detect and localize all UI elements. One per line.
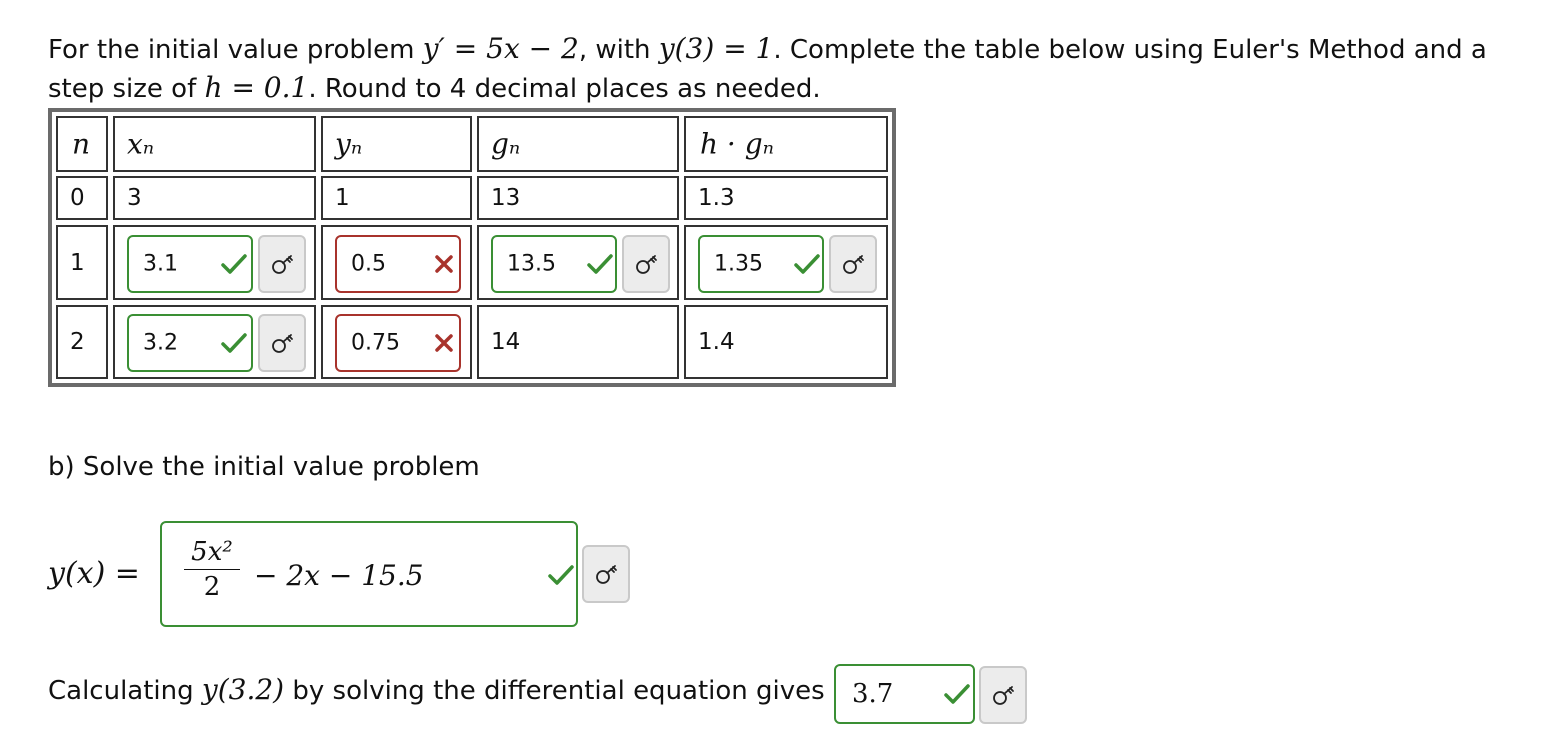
table-row-2-hg: 1.4 <box>684 305 888 379</box>
table-row-2-n: 2 <box>56 305 108 379</box>
key-icon <box>596 565 617 584</box>
answer-input-y1[interactable]: 0.5 <box>335 235 461 293</box>
header-gn: gₙ <box>477 116 679 172</box>
key-button[interactable] <box>582 545 630 603</box>
x-icon <box>435 334 453 352</box>
header-n: n <box>56 116 108 172</box>
check-icon <box>794 254 820 274</box>
key-button[interactable] <box>829 235 877 293</box>
key-icon <box>272 255 293 274</box>
table-row-1-n: 1 <box>56 225 108 300</box>
answer-input-y2[interactable]: 0.75 <box>335 314 461 372</box>
header-yn: yₙ <box>321 116 472 172</box>
table-row-0-y: 1 <box>321 176 472 220</box>
solution-expression-rest: − 2x − 15.5 <box>254 559 424 592</box>
table-row-2-g: 14 <box>477 305 679 379</box>
solution-input[interactable]: 5x² 2 − 2x − 15.5 <box>160 521 578 627</box>
answer-input-x2[interactable]: 3.2 <box>127 314 253 372</box>
calc-expression: y(3.2) <box>201 673 285 706</box>
part-b-heading: b) Solve the initial value problem <box>48 452 480 482</box>
intro-text: . Round to 4 decimal places as needed. <box>308 74 821 104</box>
key-icon <box>993 686 1014 705</box>
intro-text: , with <box>578 35 659 65</box>
intro-text: For the initial value problem <box>48 35 423 65</box>
check-icon <box>587 254 613 274</box>
key-button[interactable] <box>258 235 306 293</box>
calc-answer-input[interactable]: 3.7 <box>834 664 975 724</box>
check-icon <box>944 684 970 704</box>
x-icon <box>435 255 453 273</box>
ode-expression: y′ = 5x − 2 <box>422 32 579 65</box>
check-icon <box>221 254 247 274</box>
table-row-2-x: 3.2 <box>113 305 316 379</box>
table-row-0-n: 0 <box>56 176 108 220</box>
header-hgn: h · gₙ <box>684 116 888 172</box>
solution-fraction: 5x² 2 <box>184 537 240 602</box>
header-xn: xₙ <box>113 116 316 172</box>
key-icon <box>636 255 657 274</box>
table-row-0-x: 3 <box>113 176 316 220</box>
solution-lhs: y(x) = <box>48 556 140 591</box>
euler-table: n xₙ yₙ gₙ h · gₙ 0 3 1 13 1.3 1 3.1 0.5… <box>48 108 896 387</box>
check-icon <box>221 333 247 353</box>
table-row-1-hg: 1.35 <box>684 225 888 300</box>
key-icon <box>843 255 864 274</box>
key-button[interactable] <box>979 666 1027 724</box>
table-row-1-y: 0.5 <box>321 225 472 300</box>
fraction-numerator: 5x² <box>184 537 240 570</box>
answer-input-g1[interactable]: 13.5 <box>491 235 617 293</box>
answer-input-x1[interactable]: 3.1 <box>127 235 253 293</box>
initial-condition: y(3) = 1 <box>658 32 774 65</box>
fraction-denominator: 2 <box>203 572 221 602</box>
problem-statement: For the initial value problem y′ = 5x − … <box>48 30 1508 108</box>
key-button[interactable] <box>258 314 306 372</box>
table-row-0-hg: 1.3 <box>684 176 888 220</box>
table-row-0-g: 13 <box>477 176 679 220</box>
table-row-2-y: 0.75 <box>321 305 472 379</box>
step-size-expression: h = 0.1 <box>204 71 309 104</box>
key-button[interactable] <box>622 235 670 293</box>
check-icon <box>548 565 574 585</box>
answer-input-hg1[interactable]: 1.35 <box>698 235 824 293</box>
table-row-1-g: 13.5 <box>477 225 679 300</box>
table-row-1-x: 3.1 <box>113 225 316 300</box>
calculation-sentence: Calculating y(3.2) by solving the differ… <box>48 673 825 706</box>
key-icon <box>272 334 293 353</box>
